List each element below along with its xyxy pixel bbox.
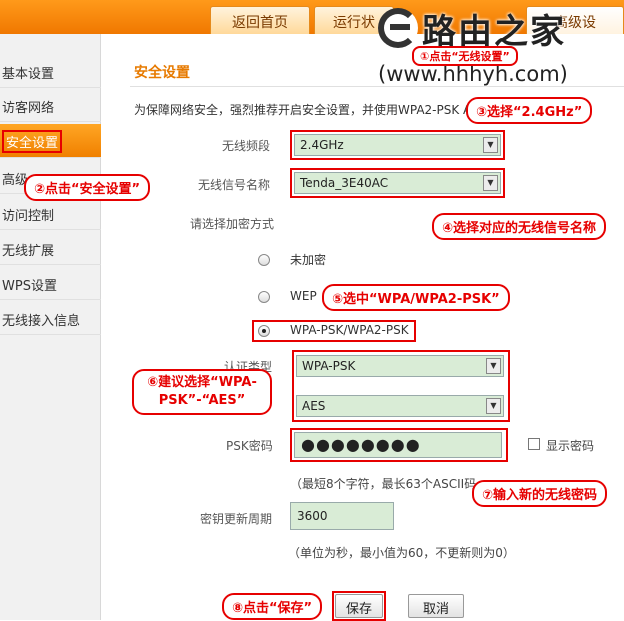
save-button[interactable]: 保存 — [335, 594, 383, 618]
callout-step7: ⑦输入新的无线密码 — [472, 480, 608, 507]
sidebar-item-label: 安全设置 — [2, 130, 63, 153]
rekey-hint: （单位为秒，最小值为60，不更新则为0） — [288, 546, 515, 560]
rekey-value: 3600 — [297, 509, 328, 523]
sidebar-item-label: 基本设置 — [2, 67, 55, 82]
callout-step3: ③选择“2.4GHz” — [466, 97, 593, 124]
logo-icon — [378, 8, 418, 48]
radio-wep[interactable] — [258, 291, 270, 303]
cipher-value: AES — [302, 399, 326, 413]
sidebar-item-access-control[interactable]: 访问控制 — [0, 196, 101, 230]
callout-step1: ①点击“无线设置” — [412, 46, 518, 66]
rekey-input[interactable]: 3600 — [290, 502, 394, 530]
sidebar-item-basic[interactable]: 基本设置 — [0, 54, 101, 88]
callout-step6-line2: PSK”-“AES” — [158, 393, 246, 408]
chevron-down-icon: ▼ — [486, 398, 501, 414]
radio-none-label: 未加密 — [290, 253, 327, 267]
sidebar-item-client-info[interactable]: 无线接入信息 — [0, 301, 101, 335]
callout-step4: ④选择对应的无线信号名称 — [432, 213, 607, 240]
band-value: 2.4GHz — [300, 138, 344, 152]
radio-wpa[interactable] — [258, 325, 270, 337]
router-admin-page: 返回首页 运行状 高级设 基本设置 访客网络 安全设置 高级 访问控制 无线扩展… — [0, 0, 624, 621]
ssid-label: 无线信号名称 — [198, 178, 271, 192]
sidebar-item-security[interactable]: 安全设置 — [0, 124, 101, 158]
sidebar-item-label: WPS设置 — [2, 279, 57, 294]
band-select[interactable]: 2.4GHz ▼ — [294, 134, 501, 156]
callout-step8: ⑧点击“保存” — [222, 593, 323, 620]
radio-wpa-label: WPA-PSK/WPA2-PSK — [290, 323, 409, 337]
radio-wep-label: WEP — [290, 289, 317, 303]
ssid-value: Tenda_3E40AC — [300, 176, 389, 190]
radio-none[interactable] — [258, 254, 270, 266]
cancel-button[interactable]: 取消 — [408, 594, 464, 618]
sidebar: 基本设置 访客网络 安全设置 高级 访问控制 无线扩展 WPS设置 无线接入信息 — [0, 34, 101, 620]
sidebar-item-label: 访问控制 — [2, 209, 55, 224]
chevron-down-icon: ▼ — [483, 175, 498, 191]
chevron-down-icon: ▼ — [483, 137, 498, 153]
sidebar-item-guest[interactable]: 访客网络 — [0, 88, 101, 122]
auth-value: WPA-PSK — [302, 359, 356, 373]
encryption-prompt: 请选择加密方式 — [190, 217, 275, 231]
callout-step6-line1: ⑥建议选择“WPA- — [147, 375, 257, 390]
rekey-label: 密钥更新周期 — [200, 512, 273, 526]
ssid-select[interactable]: Tenda_3E40AC ▼ — [294, 172, 501, 194]
sidebar-item-wireless-extend[interactable]: 无线扩展 — [0, 231, 101, 265]
band-label: 无线频段 — [222, 139, 271, 153]
callout-step5: ⑤选中“WPA/WPA2-PSK” — [322, 284, 510, 311]
psk-value: ●●●●●●●● — [301, 435, 421, 454]
intro-text: 为保障网络安全，强烈推荐开启安全设置，并使用WPA2-PSK A — [134, 103, 472, 117]
show-password-checkbox[interactable] — [528, 438, 540, 450]
page-title: 安全设置 — [134, 65, 190, 81]
psk-hint: （最短8个字符，最长63个ASCII码 — [290, 477, 477, 491]
auth-select[interactable]: WPA-PSK ▼ — [296, 355, 504, 377]
sidebar-item-label: 访客网络 — [2, 101, 55, 116]
sidebar-item-label: 无线扩展 — [2, 244, 55, 259]
cipher-select[interactable]: AES ▼ — [296, 395, 504, 417]
tab-home[interactable]: 返回首页 — [210, 6, 310, 34]
chevron-down-icon: ▼ — [486, 358, 501, 374]
sidebar-item-wps[interactable]: WPS设置 — [0, 266, 101, 300]
callout-step2: ②点击“安全设置” — [24, 174, 151, 201]
psk-label: PSK密码 — [226, 439, 273, 453]
psk-input[interactable]: ●●●●●●●● — [294, 432, 502, 458]
sidebar-item-label: 无线接入信息 — [2, 314, 81, 329]
callout-step6: ⑥建议选择“WPA- PSK”-“AES” — [132, 369, 272, 415]
show-password-label: 显示密码 — [546, 439, 595, 453]
